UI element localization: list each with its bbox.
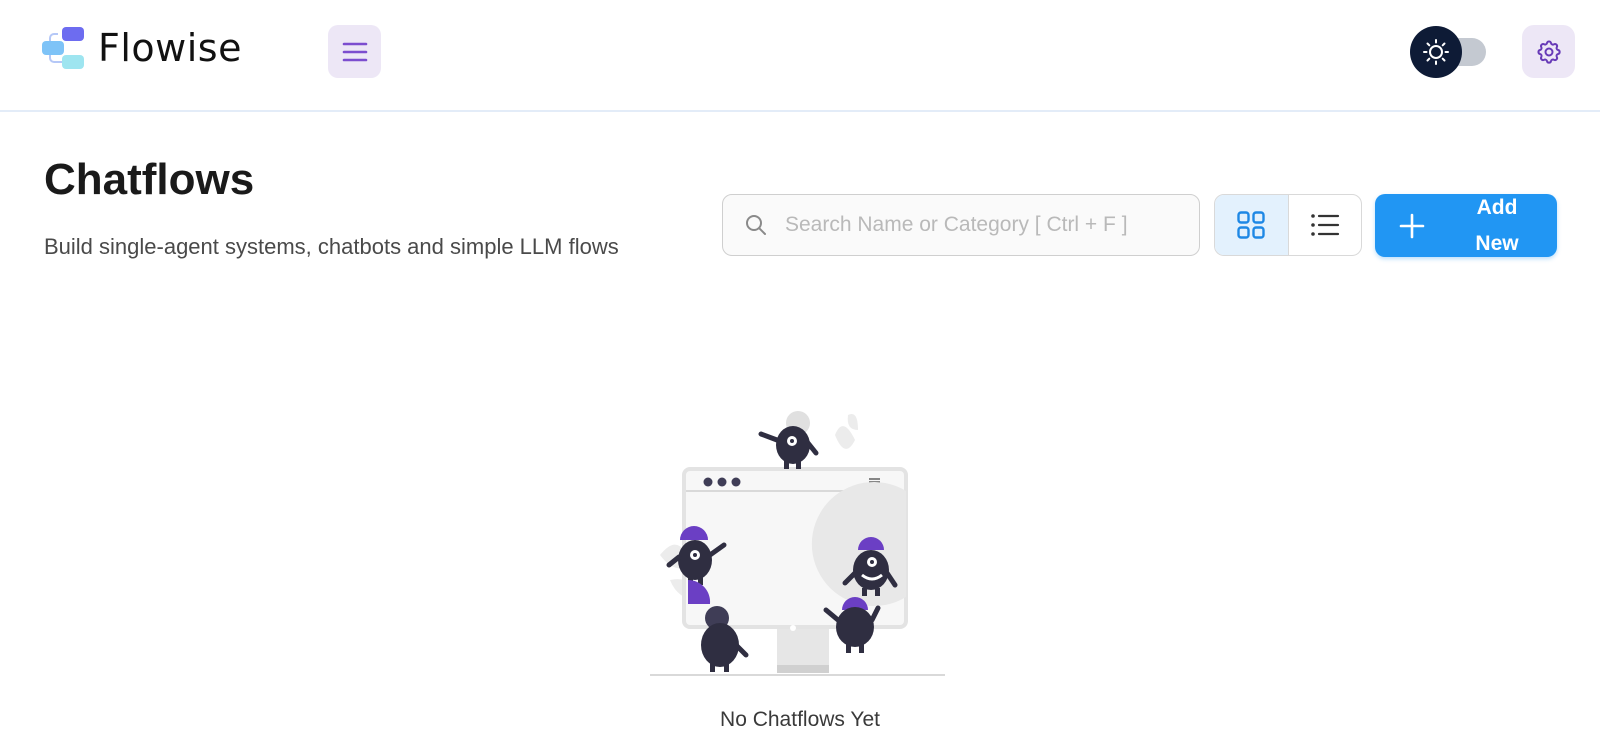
empty-state-message: No Chatflows Yet (720, 708, 880, 731)
list-view-button[interactable] (1289, 195, 1362, 255)
empty-state-illustration (650, 411, 945, 676)
flowise-logo-icon (42, 27, 84, 69)
grid-view-icon (1237, 211, 1265, 239)
hamburger-menu-icon (342, 42, 367, 61)
settings-button[interactable] (1522, 25, 1575, 78)
page-subtitle: Build single-agent systems, chatbots and… (44, 234, 619, 259)
dark-mode-toggle[interactable] (1410, 26, 1488, 78)
view-toggle-group (1214, 194, 1362, 256)
list-view-icon (1310, 214, 1339, 236)
plus-icon (1399, 213, 1425, 239)
card-view-button[interactable] (1215, 195, 1289, 255)
app-header: Flowise (0, 0, 1600, 112)
add-new-label: Add New (1475, 195, 1519, 255)
gear-icon (1536, 39, 1561, 64)
app-name: Flowise (98, 26, 242, 70)
menu-toggle-button[interactable] (328, 25, 381, 78)
search-icon (745, 214, 767, 236)
add-new-button[interactable]: Add New (1375, 194, 1557, 257)
search-bar[interactable] (722, 194, 1200, 256)
toggle-knob (1410, 26, 1462, 78)
search-input[interactable] (783, 212, 1167, 238)
app-logo[interactable]: Flowise (42, 24, 242, 72)
page-title: Chatflows (44, 155, 255, 204)
sun-icon (1423, 39, 1449, 65)
